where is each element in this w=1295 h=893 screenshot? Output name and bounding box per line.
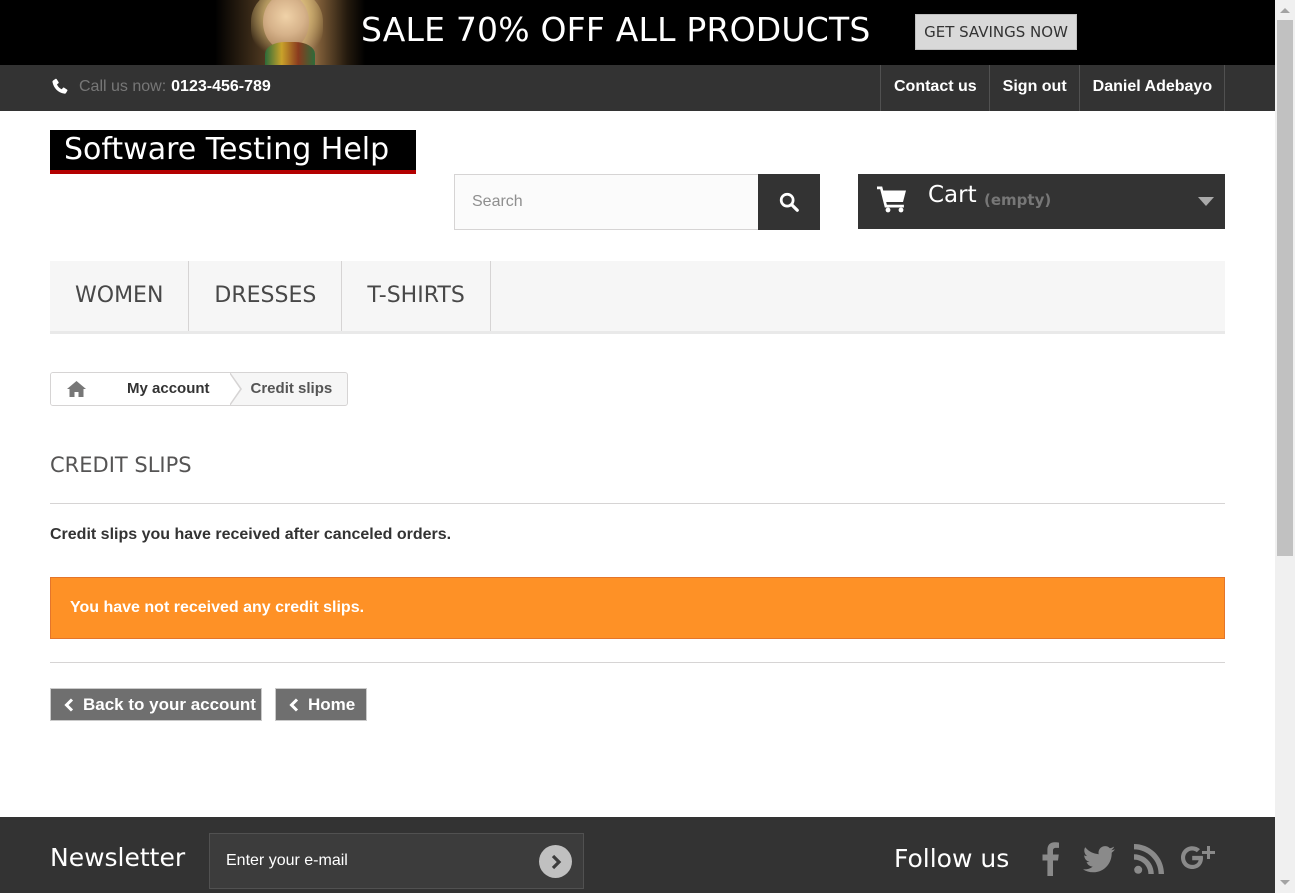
chevron-left-icon <box>289 697 299 712</box>
main-menu: WOMEN DRESSES T-SHIRTS <box>50 261 1225 334</box>
phone-icon <box>52 78 68 94</box>
breadcrumb: My account Credit slips <box>50 372 349 406</box>
newsletter-box <box>209 833 584 889</box>
scroll-up-arrow-icon[interactable] <box>1280 8 1290 13</box>
chevron-left-icon <box>64 697 74 712</box>
search-icon <box>779 192 799 212</box>
banner-model-image <box>215 0 365 65</box>
phone-info: Call us now: 0123-456-789 <box>50 77 271 97</box>
cart-status: (empty) <box>984 191 1052 209</box>
follow-us-title: Follow us <box>894 844 1010 873</box>
menu-item-women[interactable]: WOMEN <box>50 261 190 331</box>
intro-text: Credit slips you have received after can… <box>50 526 452 543</box>
rss-icon[interactable] <box>1133 841 1165 877</box>
account-link[interactable]: Daniel Adebayo <box>1078 65 1226 111</box>
newsletter-title: Newsletter <box>50 843 186 872</box>
page: SALE 70% OFF ALL PRODUCTS GET SAVINGS NO… <box>0 0 1275 893</box>
divider <box>50 662 1225 663</box>
menu-item-tshirts[interactable]: T-SHIRTS <box>342 261 491 331</box>
get-savings-button[interactable]: GET SAVINGS NOW <box>915 14 1077 50</box>
phone-number: 0123-456-789 <box>171 78 271 95</box>
chevron-down-icon <box>1198 197 1214 206</box>
home-icon <box>66 381 86 397</box>
twitter-icon[interactable] <box>1082 841 1116 877</box>
newsletter-submit-button[interactable] <box>539 845 572 878</box>
top-navbar: Call us now: 0123-456-789 Contact us Sig… <box>0 65 1275 111</box>
phone-label: Call us now: <box>79 78 167 95</box>
search-button[interactable] <box>758 174 820 230</box>
cart-block[interactable]: Cart (empty) <box>858 174 1225 229</box>
footer: Newsletter Follow us <box>0 817 1275 893</box>
back-to-account-button[interactable]: Back to your account <box>50 688 262 721</box>
page-title: CREDIT SLIPS <box>50 453 1225 504</box>
contact-us-link[interactable]: Contact us <box>880 65 989 111</box>
breadcrumb-home[interactable] <box>51 373 113 405</box>
scrollbar-thumb[interactable] <box>1277 20 1293 556</box>
scroll-down-arrow-icon[interactable] <box>1280 880 1290 885</box>
newsletter-email-input[interactable] <box>210 834 530 888</box>
home-button[interactable]: Home <box>275 688 367 721</box>
search-input[interactable] <box>455 175 759 229</box>
warning-alert: You have not received any credit slips. <box>50 577 1225 639</box>
logo-text: Software Testing Help <box>64 132 390 167</box>
chevron-right-icon <box>551 854 561 869</box>
user-nav: Contact us Sign out Daniel Adebayo <box>880 65 1226 111</box>
search-box <box>454 174 759 230</box>
home-button-label: Home <box>308 695 356 714</box>
breadcrumb-current: Credit slips <box>250 380 333 397</box>
promo-banner[interactable]: SALE 70% OFF ALL PRODUCTS GET SAVINGS NO… <box>0 0 1275 65</box>
page-scrollbar[interactable] <box>1275 0 1295 893</box>
facebook-icon[interactable] <box>1038 841 1062 877</box>
google-plus-icon[interactable] <box>1181 841 1217 877</box>
cart-icon <box>877 186 906 213</box>
menu-item-dresses[interactable]: DRESSES <box>189 261 343 331</box>
site-logo[interactable]: Software Testing Help <box>50 130 416 174</box>
sign-out-link[interactable]: Sign out <box>988 65 1079 111</box>
breadcrumb-my-account[interactable]: My account <box>101 373 230 405</box>
banner-title: SALE 70% OFF ALL PRODUCTS <box>361 10 871 49</box>
cart-label: Cart <box>928 182 977 208</box>
back-button-label: Back to your account <box>83 695 256 714</box>
